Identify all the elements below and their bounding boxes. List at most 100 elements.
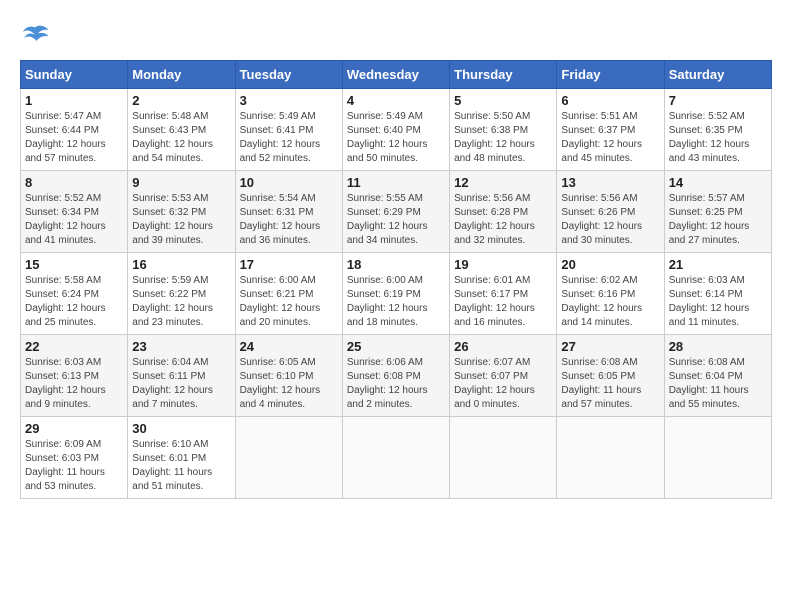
day-number: 1 <box>25 93 123 108</box>
day-info: Sunrise: 5:49 AM Sunset: 6:40 PM Dayligh… <box>347 110 445 166</box>
day-number: 30 <box>132 421 230 436</box>
header-tuesday: Tuesday <box>235 61 342 89</box>
day-info: Sunrise: 5:56 AM Sunset: 6:26 PM Dayligh… <box>561 192 659 248</box>
day-info: Sunrise: 6:08 AM Sunset: 6:04 PM Dayligh… <box>669 356 767 412</box>
calendar-cell: 22 Sunrise: 6:03 AM Sunset: 6:13 PM Dayl… <box>21 335 128 417</box>
day-number: 14 <box>669 175 767 190</box>
calendar-cell: 8 Sunrise: 5:52 AM Sunset: 6:34 PM Dayli… <box>21 171 128 253</box>
day-number: 5 <box>454 93 552 108</box>
calendar-cell: 29 Sunrise: 6:09 AM Sunset: 6:03 PM Dayl… <box>21 417 128 499</box>
day-info: Sunrise: 5:59 AM Sunset: 6:22 PM Dayligh… <box>132 274 230 330</box>
day-info: Sunrise: 6:10 AM Sunset: 6:01 PM Dayligh… <box>132 438 230 494</box>
calendar-cell: 10 Sunrise: 5:54 AM Sunset: 6:31 PM Dayl… <box>235 171 342 253</box>
day-info: Sunrise: 5:54 AM Sunset: 6:31 PM Dayligh… <box>240 192 338 248</box>
day-info: Sunrise: 6:03 AM Sunset: 6:13 PM Dayligh… <box>25 356 123 412</box>
day-number: 18 <box>347 257 445 272</box>
calendar-cell: 27 Sunrise: 6:08 AM Sunset: 6:05 PM Dayl… <box>557 335 664 417</box>
header-friday: Friday <box>557 61 664 89</box>
header-sunday: Sunday <box>21 61 128 89</box>
day-number: 6 <box>561 93 659 108</box>
calendar-table: Sunday Monday Tuesday Wednesday Thursday… <box>20 60 772 499</box>
calendar-cell: 18 Sunrise: 6:00 AM Sunset: 6:19 PM Dayl… <box>342 253 449 335</box>
calendar-week-row: 29 Sunrise: 6:09 AM Sunset: 6:03 PM Dayl… <box>21 417 772 499</box>
day-number: 24 <box>240 339 338 354</box>
day-number: 7 <box>669 93 767 108</box>
day-info: Sunrise: 5:57 AM Sunset: 6:25 PM Dayligh… <box>669 192 767 248</box>
calendar-cell: 26 Sunrise: 6:07 AM Sunset: 6:07 PM Dayl… <box>450 335 557 417</box>
header-wednesday: Wednesday <box>342 61 449 89</box>
day-number: 28 <box>669 339 767 354</box>
day-number: 27 <box>561 339 659 354</box>
day-info: Sunrise: 6:06 AM Sunset: 6:08 PM Dayligh… <box>347 356 445 412</box>
day-info: Sunrise: 6:03 AM Sunset: 6:14 PM Dayligh… <box>669 274 767 330</box>
calendar-cell <box>235 417 342 499</box>
day-number: 22 <box>25 339 123 354</box>
calendar-body: 1 Sunrise: 5:47 AM Sunset: 6:44 PM Dayli… <box>21 89 772 499</box>
day-info: Sunrise: 6:09 AM Sunset: 6:03 PM Dayligh… <box>25 438 123 494</box>
calendar-cell <box>664 417 771 499</box>
day-number: 23 <box>132 339 230 354</box>
calendar-cell: 24 Sunrise: 6:05 AM Sunset: 6:10 PM Dayl… <box>235 335 342 417</box>
calendar-cell: 5 Sunrise: 5:50 AM Sunset: 6:38 PM Dayli… <box>450 89 557 171</box>
day-number: 4 <box>347 93 445 108</box>
calendar-week-row: 8 Sunrise: 5:52 AM Sunset: 6:34 PM Dayli… <box>21 171 772 253</box>
day-info: Sunrise: 6:02 AM Sunset: 6:16 PM Dayligh… <box>561 274 659 330</box>
day-info: Sunrise: 5:47 AM Sunset: 6:44 PM Dayligh… <box>25 110 123 166</box>
logo-bird-icon <box>20 20 50 50</box>
calendar-cell: 21 Sunrise: 6:03 AM Sunset: 6:14 PM Dayl… <box>664 253 771 335</box>
calendar-cell: 13 Sunrise: 5:56 AM Sunset: 6:26 PM Dayl… <box>557 171 664 253</box>
calendar-cell: 3 Sunrise: 5:49 AM Sunset: 6:41 PM Dayli… <box>235 89 342 171</box>
day-info: Sunrise: 5:56 AM Sunset: 6:28 PM Dayligh… <box>454 192 552 248</box>
calendar-cell: 2 Sunrise: 5:48 AM Sunset: 6:43 PM Dayli… <box>128 89 235 171</box>
day-number: 20 <box>561 257 659 272</box>
calendar-cell <box>450 417 557 499</box>
day-number: 9 <box>132 175 230 190</box>
calendar-cell <box>342 417 449 499</box>
day-number: 19 <box>454 257 552 272</box>
calendar-cell: 19 Sunrise: 6:01 AM Sunset: 6:17 PM Dayl… <box>450 253 557 335</box>
calendar-cell: 15 Sunrise: 5:58 AM Sunset: 6:24 PM Dayl… <box>21 253 128 335</box>
day-info: Sunrise: 5:53 AM Sunset: 6:32 PM Dayligh… <box>132 192 230 248</box>
calendar-week-row: 15 Sunrise: 5:58 AM Sunset: 6:24 PM Dayl… <box>21 253 772 335</box>
day-number: 10 <box>240 175 338 190</box>
day-info: Sunrise: 6:05 AM Sunset: 6:10 PM Dayligh… <box>240 356 338 412</box>
calendar-header: Sunday Monday Tuesday Wednesday Thursday… <box>21 61 772 89</box>
header-row: Sunday Monday Tuesday Wednesday Thursday… <box>21 61 772 89</box>
day-number: 12 <box>454 175 552 190</box>
calendar-week-row: 22 Sunrise: 6:03 AM Sunset: 6:13 PM Dayl… <box>21 335 772 417</box>
calendar-cell: 6 Sunrise: 5:51 AM Sunset: 6:37 PM Dayli… <box>557 89 664 171</box>
calendar-cell: 16 Sunrise: 5:59 AM Sunset: 6:22 PM Dayl… <box>128 253 235 335</box>
day-number: 2 <box>132 93 230 108</box>
day-number: 3 <box>240 93 338 108</box>
day-number: 11 <box>347 175 445 190</box>
calendar-cell: 25 Sunrise: 6:06 AM Sunset: 6:08 PM Dayl… <box>342 335 449 417</box>
page-header <box>20 20 772 50</box>
calendar-cell: 12 Sunrise: 5:56 AM Sunset: 6:28 PM Dayl… <box>450 171 557 253</box>
day-info: Sunrise: 6:08 AM Sunset: 6:05 PM Dayligh… <box>561 356 659 412</box>
header-thursday: Thursday <box>450 61 557 89</box>
calendar-cell: 7 Sunrise: 5:52 AM Sunset: 6:35 PM Dayli… <box>664 89 771 171</box>
day-number: 21 <box>669 257 767 272</box>
day-info: Sunrise: 5:50 AM Sunset: 6:38 PM Dayligh… <box>454 110 552 166</box>
day-info: Sunrise: 6:00 AM Sunset: 6:21 PM Dayligh… <box>240 274 338 330</box>
day-info: Sunrise: 6:00 AM Sunset: 6:19 PM Dayligh… <box>347 274 445 330</box>
calendar-cell: 1 Sunrise: 5:47 AM Sunset: 6:44 PM Dayli… <box>21 89 128 171</box>
day-info: Sunrise: 5:55 AM Sunset: 6:29 PM Dayligh… <box>347 192 445 248</box>
day-info: Sunrise: 5:51 AM Sunset: 6:37 PM Dayligh… <box>561 110 659 166</box>
calendar-cell: 28 Sunrise: 6:08 AM Sunset: 6:04 PM Dayl… <box>664 335 771 417</box>
day-info: Sunrise: 5:49 AM Sunset: 6:41 PM Dayligh… <box>240 110 338 166</box>
calendar-cell: 20 Sunrise: 6:02 AM Sunset: 6:16 PM Dayl… <box>557 253 664 335</box>
day-info: Sunrise: 5:58 AM Sunset: 6:24 PM Dayligh… <box>25 274 123 330</box>
day-number: 8 <box>25 175 123 190</box>
day-info: Sunrise: 6:04 AM Sunset: 6:11 PM Dayligh… <box>132 356 230 412</box>
header-saturday: Saturday <box>664 61 771 89</box>
day-number: 16 <box>132 257 230 272</box>
calendar-cell: 17 Sunrise: 6:00 AM Sunset: 6:21 PM Dayl… <box>235 253 342 335</box>
calendar-cell <box>557 417 664 499</box>
calendar-cell: 14 Sunrise: 5:57 AM Sunset: 6:25 PM Dayl… <box>664 171 771 253</box>
header-monday: Monday <box>128 61 235 89</box>
day-number: 17 <box>240 257 338 272</box>
day-number: 29 <box>25 421 123 436</box>
calendar-cell: 30 Sunrise: 6:10 AM Sunset: 6:01 PM Dayl… <box>128 417 235 499</box>
day-number: 26 <box>454 339 552 354</box>
